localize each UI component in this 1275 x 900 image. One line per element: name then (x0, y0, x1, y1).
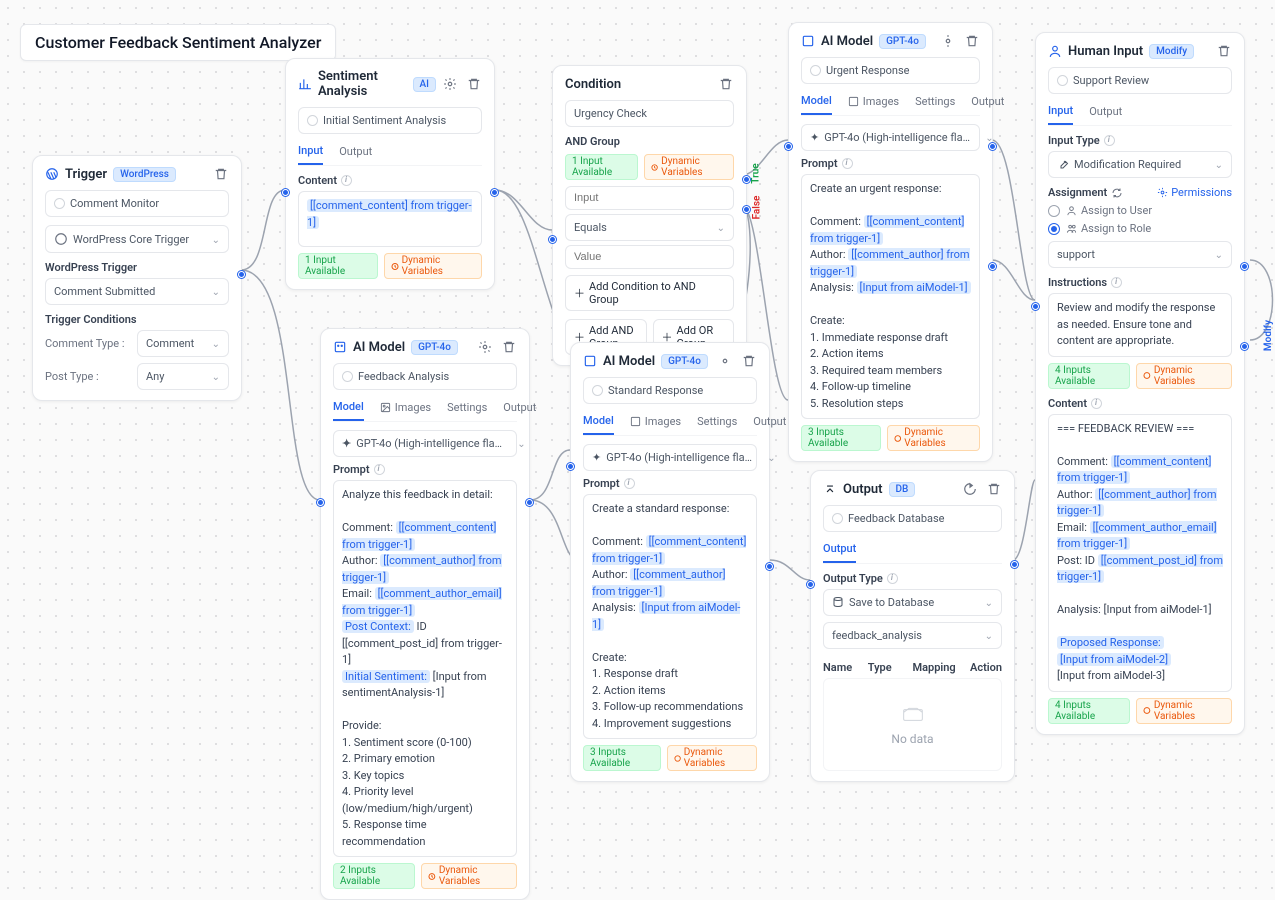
status-icon (54, 198, 65, 209)
ai-icon (333, 340, 347, 354)
human-icon (1048, 44, 1062, 58)
edge-true-label: True (751, 163, 762, 183)
inputs-available[interactable]: 1 Input Available (298, 253, 378, 279)
tab-model[interactable]: Model (333, 396, 364, 421)
settings-icon[interactable] (477, 339, 493, 355)
wordpress-icon (45, 167, 59, 181)
settings-icon[interactable] (940, 33, 956, 49)
workflow-title: Customer Feedback Sentiment Analyzer (20, 24, 336, 61)
trigger-title: Trigger (65, 167, 107, 182)
tab-output[interactable]: Output (823, 538, 856, 563)
tab-settings[interactable]: Settings (915, 90, 955, 115)
tab-model[interactable]: Model (801, 90, 832, 115)
sentiment-title: Sentiment Analysis (318, 69, 407, 99)
info-icon (341, 175, 352, 186)
output-node[interactable]: Output DB Feedback Database Output Outpu… (810, 470, 1015, 782)
input-type-select[interactable]: Modification Required (1048, 151, 1232, 178)
condition-name[interactable]: Urgency Check (565, 100, 734, 127)
post-type-label: Post Type : (45, 370, 131, 383)
instructions-textarea[interactable]: Review and modify the response as needed… (1048, 293, 1232, 357)
trigger-name-field[interactable]: Comment Monitor (45, 190, 229, 217)
tab-settings[interactable]: Settings (447, 396, 487, 421)
dynamic-variables[interactable]: Dynamic Variables (384, 253, 482, 279)
wp-trigger-label: WordPress Trigger (45, 261, 229, 274)
content-textarea[interactable]: [[comment_content] from trigger-1] (298, 191, 482, 247)
delete-icon[interactable] (986, 481, 1002, 497)
urgent-ai-node[interactable]: AI Model GPT-4o Urgent Response Model Im… (788, 22, 993, 462)
tab-output[interactable]: Output (971, 90, 1004, 115)
human-input-node[interactable]: Human Input Modify Support Review Input … (1035, 32, 1245, 735)
tab-input[interactable]: Input (1048, 100, 1073, 125)
prompt-textarea[interactable]: Analyze this feedback in detail: Comment… (333, 480, 517, 857)
sentiment-node[interactable]: Sentiment Analysis AI Initial Sentiment … (285, 58, 495, 290)
refresh-icon[interactable] (1111, 187, 1123, 199)
delete-icon[interactable] (501, 339, 517, 355)
assign-user-radio[interactable]: Assign to User (1048, 203, 1232, 217)
wordpress-icon (54, 232, 68, 246)
chart-icon (298, 77, 312, 91)
delete-icon[interactable] (718, 76, 734, 92)
feedback-ai-node[interactable]: AI Model GPT-4o Feedback Analysis Model … (320, 328, 530, 900)
assign-role-radio[interactable]: Assign to Role (1048, 221, 1232, 235)
db-select[interactable]: feedback_analysis (823, 622, 1002, 649)
nodata: No data (823, 678, 1002, 771)
role-select[interactable]: support (1048, 241, 1232, 268)
tab-settings[interactable]: Settings (697, 410, 737, 435)
trigger-node[interactable]: Trigger WordPress Comment Monitor WordPr… (32, 155, 242, 401)
comment-type-select[interactable]: Comment (137, 330, 229, 357)
wp-trigger-select[interactable]: Comment Submitted (45, 278, 229, 305)
tab-images[interactable]: Images (630, 410, 681, 435)
refresh-icon[interactable] (962, 481, 978, 497)
feedback-name[interactable]: Feedback Analysis (333, 363, 517, 390)
model-select[interactable]: ✦GPT-4o (High-intelligence flagship mode… (333, 430, 517, 457)
condition-input[interactable] (565, 186, 734, 210)
tab-output[interactable]: Output (1089, 100, 1122, 125)
prompt-textarea[interactable]: Create an urgent response: Comment: [[co… (801, 174, 980, 419)
conditions-label: Trigger Conditions (45, 313, 229, 326)
delete-icon[interactable] (964, 33, 980, 49)
ai-badge: AI (413, 77, 436, 92)
model-select[interactable]: ✦GPT-4o (High-intelligence flagship mode… (801, 124, 980, 151)
delete-icon[interactable] (466, 76, 482, 92)
trigger-badge: WordPress (113, 167, 176, 182)
post-type-select[interactable]: Any (137, 363, 229, 390)
delete-icon[interactable] (213, 166, 229, 182)
ai-icon (801, 34, 815, 48)
tab-output[interactable]: Output (503, 396, 536, 421)
condition-node[interactable]: Condition Urgency Check AND Group 1 Inpu… (552, 65, 747, 366)
tab-model[interactable]: Model (583, 410, 614, 435)
content-textarea[interactable]: === FEEDBACK REVIEW === Comment: [[comme… (1048, 414, 1232, 692)
ai-icon (583, 354, 597, 368)
comment-type-label: Comment Type : (45, 337, 131, 350)
table-header: Name Type Mapping Action (823, 657, 1002, 678)
tab-images[interactable]: Images (848, 90, 899, 115)
tab-images[interactable]: Images (380, 396, 431, 421)
core-trigger-select[interactable]: WordPress Core Trigger (45, 225, 229, 253)
standard-ai-node[interactable]: AI Model GPT-4o Standard Response Model … (570, 342, 770, 782)
output-type-select[interactable]: Save to Database (823, 589, 1002, 616)
condition-operator[interactable]: Equals (565, 214, 734, 241)
status-icon (307, 115, 318, 126)
permissions-link[interactable]: Permissions (1157, 186, 1232, 199)
tab-output[interactable]: Output (753, 410, 786, 435)
inputs-available[interactable]: 2 Inputs Available (333, 863, 415, 889)
modify-edge-label: Modify (1263, 320, 1274, 351)
settings-icon[interactable] (717, 353, 733, 369)
model-select[interactable]: ✦GPT-4o (High-intelligence flagship mode… (583, 444, 757, 471)
tab-output[interactable]: Output (339, 140, 372, 165)
tab-input[interactable]: Input (298, 140, 323, 165)
sentiment-name[interactable]: Initial Sentiment Analysis (298, 107, 482, 134)
delete-icon[interactable] (741, 353, 757, 369)
condition-value[interactable] (565, 245, 734, 269)
settings-icon[interactable] (442, 76, 458, 92)
edge-false-label: False (751, 196, 762, 220)
add-condition-button[interactable]: ＋ Add Condition to AND Group (565, 275, 734, 311)
prompt-textarea[interactable]: Create a standard response: Comment: [[c… (583, 494, 757, 739)
delete-icon[interactable] (1216, 43, 1232, 59)
output-icon (823, 482, 837, 496)
dynamic-variables[interactable]: Dynamic Variables (421, 863, 517, 889)
sentiment-tabs: Input Output (298, 140, 482, 166)
